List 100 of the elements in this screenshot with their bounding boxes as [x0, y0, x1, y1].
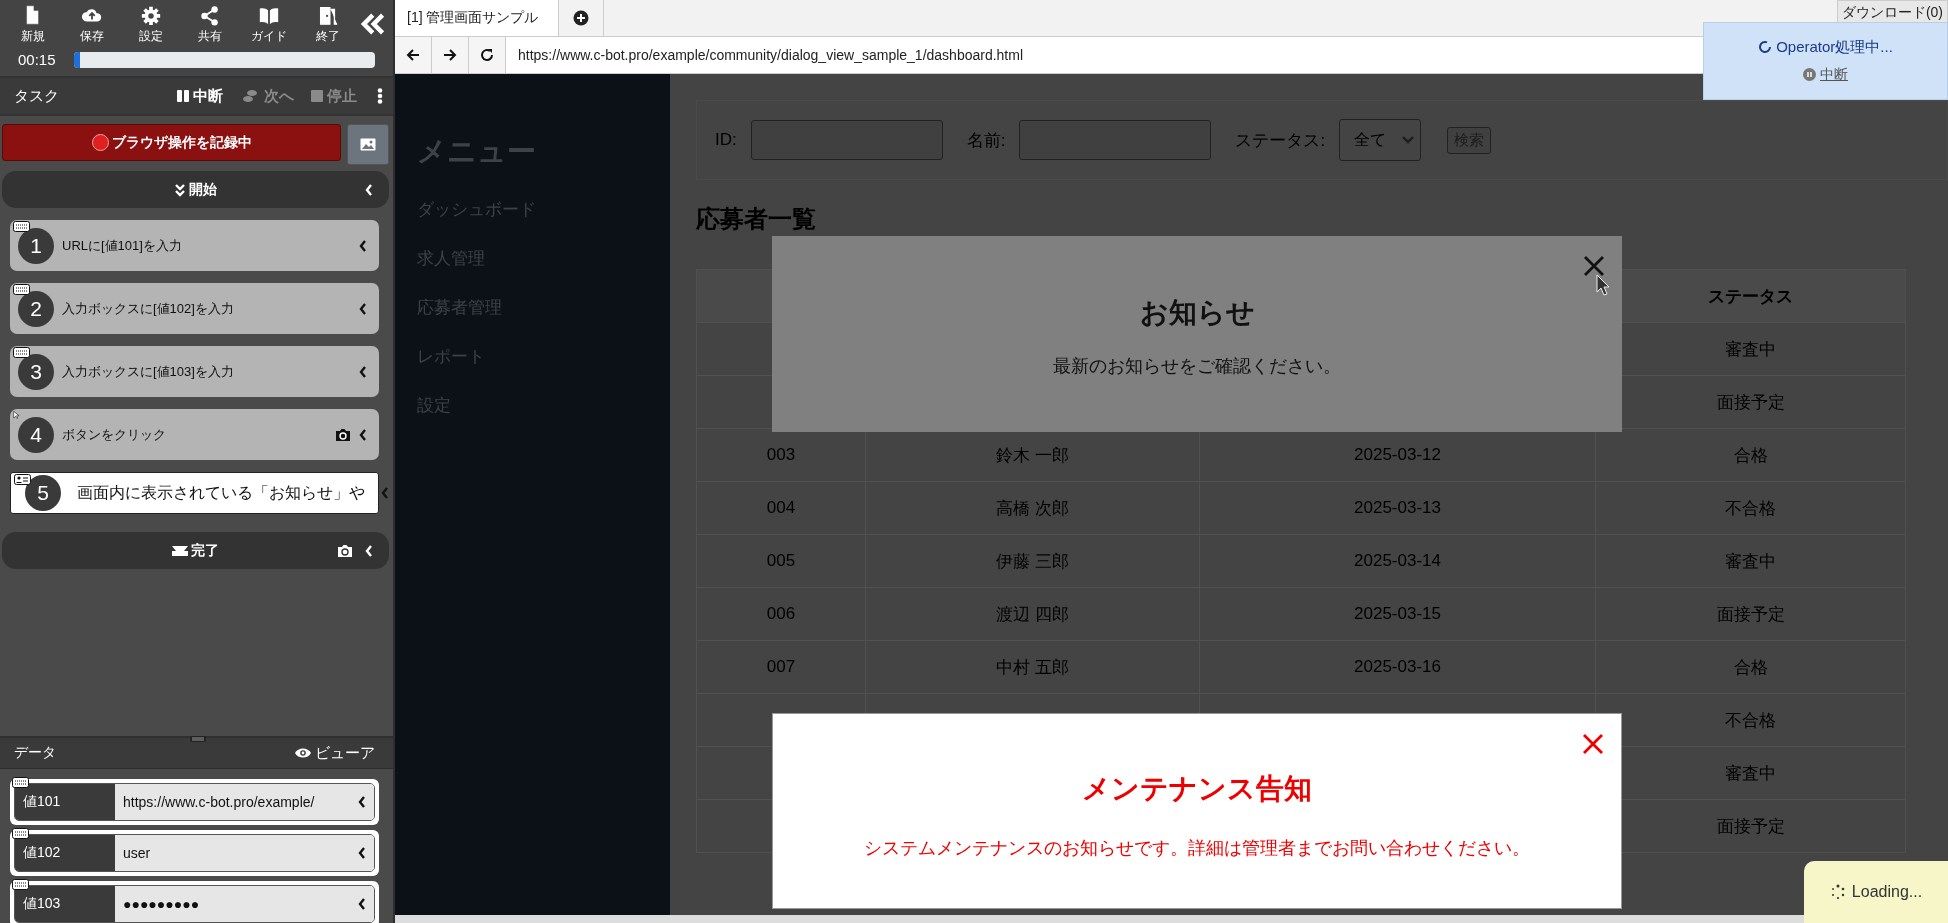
- name-field[interactable]: [1019, 120, 1212, 160]
- browser-tab[interactable]: [1] 管理画面サンプル: [395, 0, 560, 36]
- timer-text: 00:15: [18, 51, 56, 68]
- start-bar[interactable]: 開始: [2, 171, 389, 208]
- door-icon: [317, 4, 340, 26]
- step-card[interactable]: 4 ボタンをクリック: [10, 409, 379, 460]
- table-cell: 面接予定: [1716, 392, 1785, 412]
- reload-icon[interactable]: [480, 48, 494, 62]
- camera-icon[interactable]: [335, 427, 351, 442]
- id-card-icon: [14, 474, 31, 485]
- data-item[interactable]: 値102 user: [10, 830, 379, 876]
- back-icon[interactable]: [406, 48, 420, 62]
- keyboard-icon: [13, 347, 30, 358]
- close-button[interactable]: [1581, 732, 1605, 756]
- keyboard-icon: [12, 879, 29, 890]
- table-cell: 審査中: [1725, 339, 1776, 359]
- table-cell: 2025-03-13: [1354, 498, 1441, 518]
- table-cell: 不合格: [1725, 710, 1776, 730]
- image-button[interactable]: [347, 124, 389, 165]
- step-card[interactable]: 3 入力ボックスに[値103]を入力: [10, 346, 379, 397]
- step-number: 3: [18, 353, 54, 390]
- camera-icon[interactable]: [337, 543, 353, 558]
- dialog-title: メンテナンス告知: [1082, 772, 1312, 806]
- more-icon[interactable]: [377, 88, 383, 104]
- spinner-icon: [1829, 884, 1846, 900]
- dialog-title: お知らせ: [1139, 296, 1255, 330]
- toolbar-button[interactable]: 新規: [6, 4, 61, 45]
- step-number: 4: [18, 416, 54, 453]
- data-title: データ: [14, 744, 56, 762]
- data-item[interactable]: 値101 https://www.c-bot.pro/example/: [10, 779, 379, 825]
- table-cell: 合格: [1733, 445, 1768, 465]
- data-value: user: [123, 845, 152, 861]
- toolbar-button[interactable]: 終了: [300, 4, 356, 45]
- task-action-button[interactable]: 中断: [174, 86, 225, 106]
- collapse-icon[interactable]: [359, 12, 386, 36]
- operator-status: Operator処理中...: [1776, 37, 1893, 57]
- keyboard-icon: [13, 221, 30, 232]
- step-card[interactable]: 2 入力ボックスに[値102]を入力: [10, 283, 379, 334]
- dialog-message: システムメンテナンスのお知らせです。詳細は管理者までお問い合わせください。: [864, 837, 1530, 860]
- url-field[interactable]: https://www.c-bot.pro/example/community/dialog_view_sample_1/dashboard.html: [506, 47, 1024, 63]
- chevron-icon[interactable]: [359, 428, 367, 441]
- data-item[interactable]: 値103 ●●●●●●●●●: [10, 881, 379, 923]
- pause-icon: [176, 89, 190, 103]
- download-button[interactable]: ダウンロード(0): [1836, 0, 1948, 23]
- table-cell: 面接予定: [1716, 604, 1785, 624]
- cursor-icon: [1596, 274, 1610, 296]
- chevron-icon[interactable]: [358, 796, 366, 808]
- chevron-icon[interactable]: [359, 302, 367, 315]
- step-text: URLに[値101]を入力: [62, 236, 183, 255]
- step-text: ボタンをクリック: [62, 425, 167, 444]
- step-text: 入力ボックスに[値102]を入力: [62, 299, 235, 318]
- table-cell: 003: [766, 445, 796, 465]
- step-card[interactable]: 1 URLに[値101]を入力: [10, 220, 379, 271]
- table-cell: 006: [766, 604, 796, 624]
- toolbar-button[interactable]: 共有: [182, 4, 238, 45]
- end-bar[interactable]: 完了: [2, 532, 389, 569]
- step-number: 1: [18, 227, 54, 264]
- table-cell: 面接予定: [1716, 816, 1785, 836]
- table-cell: 2025-03-16: [1354, 657, 1441, 677]
- recording-button[interactable]: ブラウザ操作を記録中: [2, 124, 341, 161]
- gear-icon: [140, 4, 163, 26]
- table-cell: 004: [766, 498, 796, 518]
- step-text: 画面内に表示されている「お知らせ」や: [77, 482, 365, 503]
- finish-icon: [172, 545, 188, 556]
- table-cell: 中村 五郎: [996, 657, 1069, 677]
- data-name: 値102: [15, 835, 115, 871]
- toolbar-button[interactable]: 設定: [123, 4, 179, 45]
- chevron-icon[interactable]: [358, 898, 366, 910]
- keyboard-icon: [12, 777, 29, 788]
- pause-icon: [1803, 68, 1816, 81]
- table-cell: 渡辺 四郎: [996, 604, 1069, 624]
- close-button[interactable]: [1582, 254, 1606, 278]
- add-tab-icon[interactable]: [573, 10, 590, 26]
- keyboard-icon: [13, 284, 30, 295]
- data-name: 値103: [15, 886, 115, 922]
- table-cell: 2025-03-15: [1354, 604, 1441, 624]
- table-cell: 007: [766, 657, 796, 677]
- spinner-icon: [1758, 40, 1773, 54]
- table-cell: 高橋 次郎: [996, 498, 1069, 518]
- dropdown-icon: [1402, 136, 1415, 144]
- double-chevron-down-icon: [174, 182, 186, 197]
- stop-link[interactable]: 中断: [1797, 64, 1854, 85]
- chevron-icon[interactable]: [359, 365, 367, 378]
- table-cell: 鈴木 一郎: [996, 445, 1069, 465]
- step-text: 入力ボックスに[値103]を入力: [62, 362, 235, 381]
- table-cell: 審査中: [1725, 763, 1776, 783]
- forward-icon[interactable]: [443, 48, 457, 62]
- chevron-icon[interactable]: [358, 847, 366, 859]
- id-field[interactable]: [750, 120, 943, 160]
- chevron-icon[interactable]: [359, 239, 367, 252]
- step-number: 5: [25, 475, 61, 511]
- eye-icon: [294, 747, 312, 759]
- toolbar-button[interactable]: 保存: [64, 4, 120, 45]
- resize-handle[interactable]: [190, 736, 206, 742]
- step-number: 2: [18, 290, 54, 327]
- toolbar-button[interactable]: ガイド: [241, 4, 297, 45]
- close-icon: [1581, 732, 1605, 756]
- table-cell: 合格: [1733, 657, 1768, 677]
- loading-text: Loading...: [1851, 883, 1923, 901]
- viewer-button[interactable]: ビューア: [288, 742, 381, 764]
